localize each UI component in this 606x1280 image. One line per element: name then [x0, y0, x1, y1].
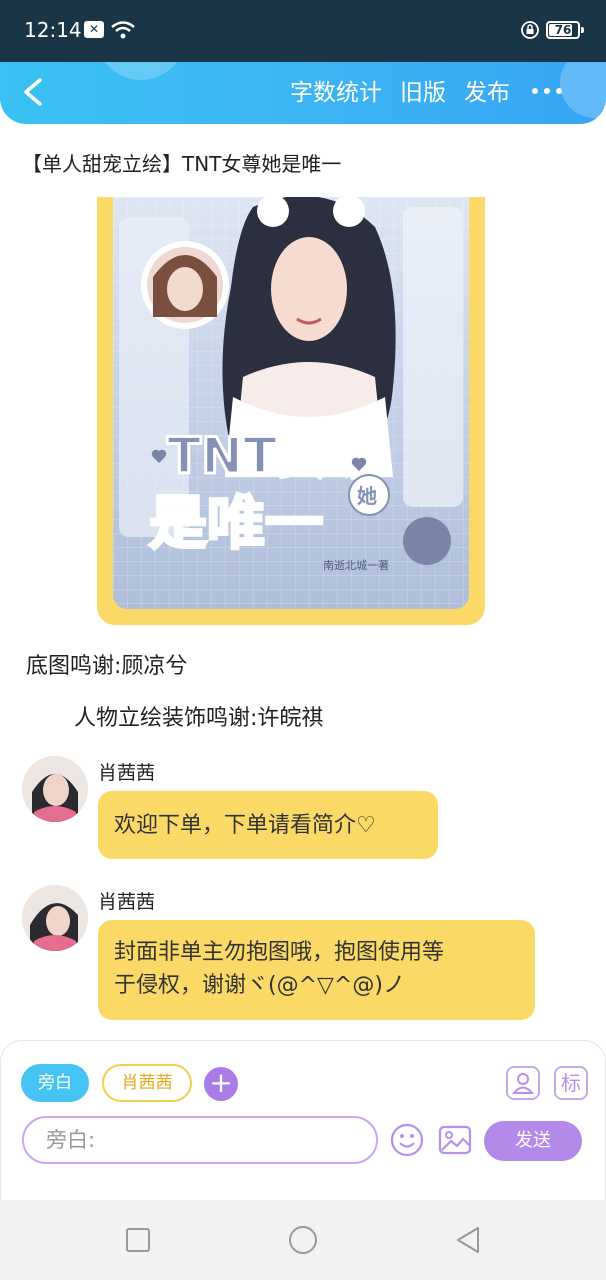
- role-chip-narration[interactable]: 旁白: [21, 1064, 89, 1102]
- credit-decoration: 人物立绘装饰鸣谢:许皖祺: [74, 706, 324, 731]
- tag-button[interactable]: 标: [554, 1066, 588, 1100]
- message-text: 封面非单主勿抱图哦，抱图使用等: [114, 940, 445, 965]
- person-card-icon[interactable]: [506, 1066, 540, 1100]
- add-role-button[interactable]: +: [204, 1067, 238, 1101]
- dialogue-input[interactable]: 旁白:: [22, 1116, 378, 1164]
- send-button[interactable]: 发送: [484, 1121, 582, 1161]
- status-bar: 12:14 ✕ 76: [0, 0, 606, 62]
- status-time: 12:14: [24, 18, 82, 42]
- word-count-button[interactable]: 字数统计: [290, 78, 382, 108]
- back-icon[interactable]: [452, 1224, 484, 1256]
- more-dots-icon[interactable]: [532, 88, 562, 94]
- image-icon[interactable]: [438, 1123, 472, 1157]
- sender-name: 肖茜茜: [98, 891, 156, 913]
- wifi-icon: [111, 21, 135, 39]
- recent-apps-icon[interactable]: [122, 1224, 154, 1256]
- back-chevron-icon[interactable]: [18, 74, 48, 110]
- home-icon[interactable]: [287, 1224, 319, 1256]
- message-text: 欢迎下单，下单请看简介♡: [114, 813, 376, 838]
- old-version-button[interactable]: 旧版: [400, 78, 446, 108]
- battery-icon: 76: [546, 21, 584, 39]
- message-bubble[interactable]: 欢迎下单，下单请看简介♡: [98, 791, 438, 859]
- cover-image-frame[interactable]: TNT女尊 是唯一 她 南逝北城一著: [97, 197, 485, 625]
- publish-button[interactable]: 发布: [464, 78, 510, 108]
- avatar[interactable]: [22, 756, 88, 822]
- credit-base-image: 底图鸣谢:顾凉兮: [26, 654, 188, 679]
- message-text: 于侵权，谢谢ヾ(@^▽^@)ノ: [114, 973, 405, 998]
- sender-name: 肖茜茜: [98, 762, 156, 784]
- lock-icon: [521, 21, 539, 39]
- cover-title-line2: 是唯一: [149, 489, 323, 557]
- header-actions: 字数统计 旧版 发布: [290, 78, 510, 108]
- battery-level: 76: [554, 23, 572, 37]
- cover-title-line1: TNT女尊: [167, 427, 377, 485]
- message-bubble[interactable]: 封面非单主勿抱图哦，抱图使用等 于侵权，谢谢ヾ(@^▽^@)ノ: [98, 920, 535, 1020]
- notification-icon: ✕: [84, 21, 104, 38]
- smiley-icon[interactable]: [390, 1123, 424, 1157]
- story-title: 【单人甜宠立绘】TNT女尊她是唯一: [22, 152, 342, 176]
- avatar[interactable]: [22, 885, 88, 951]
- cover-image: TNT女尊 是唯一 她 南逝北城一著: [113, 197, 469, 609]
- role-chip-character[interactable]: 肖茜茜: [102, 1064, 192, 1102]
- cover-author: 南逝北城一著: [323, 558, 389, 572]
- cover-badge: 她: [357, 484, 377, 508]
